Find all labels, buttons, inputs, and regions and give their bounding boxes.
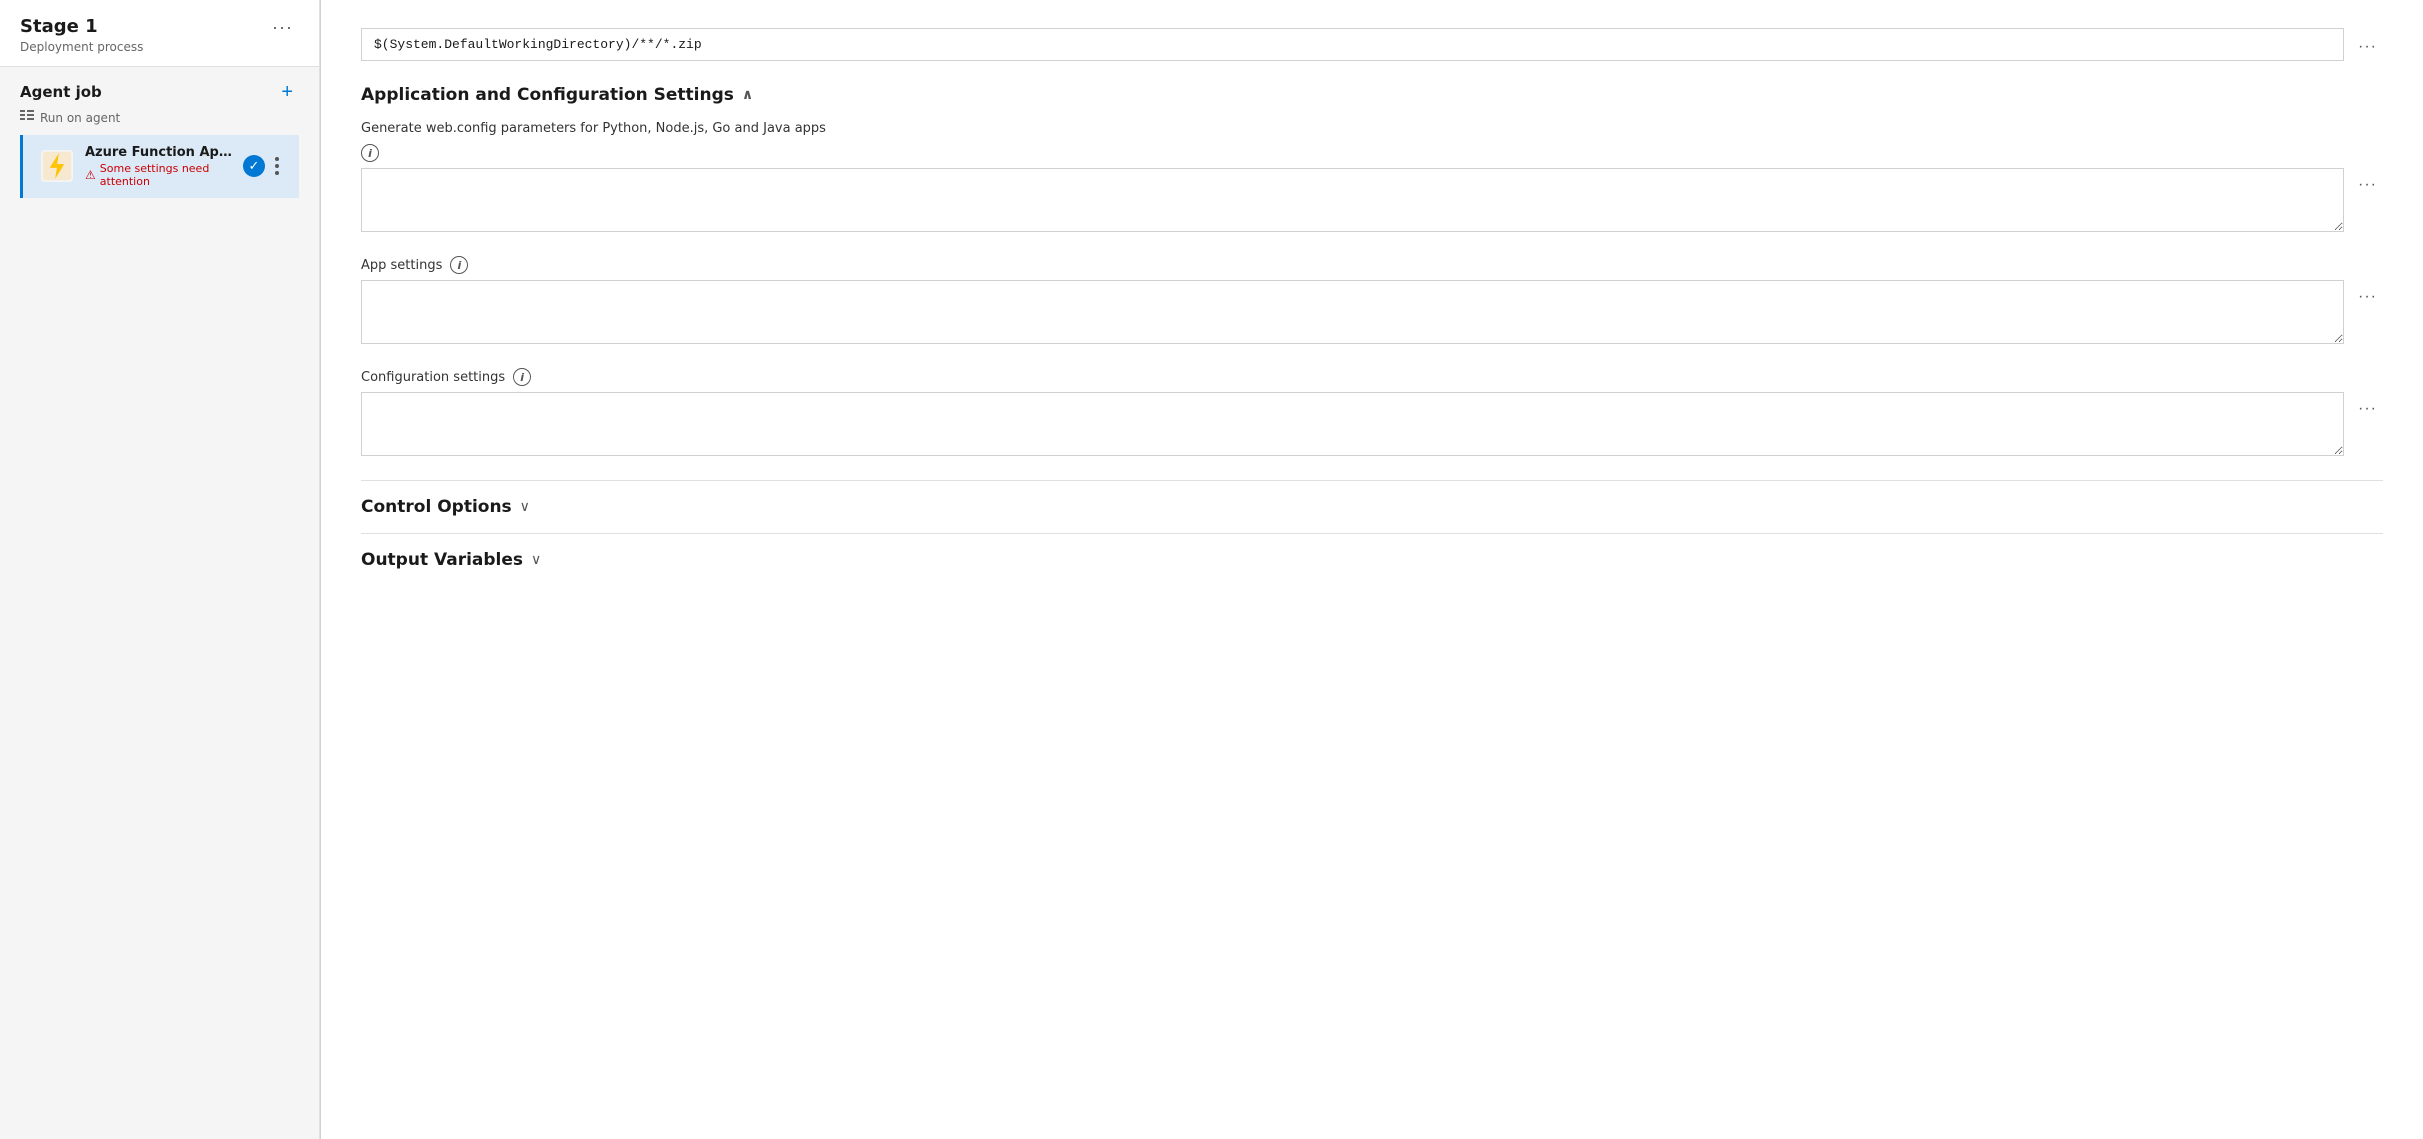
web-config-textarea-row: ···: [361, 168, 2383, 232]
app-settings-field-group: App settings i ···: [361, 256, 2383, 344]
agent-job-header: Agent job +: [20, 79, 299, 106]
config-settings-label: Configuration settings i: [361, 368, 2383, 386]
right-panel: ··· Application and Configuration Settin…: [321, 0, 2423, 1139]
web-config-info-row: i: [361, 144, 2383, 162]
web-config-more-button[interactable]: ···: [2352, 172, 2383, 198]
stage-header: Stage 1 Deployment process ···: [0, 0, 319, 67]
web-config-textarea[interactable]: [361, 168, 2344, 232]
output-variables-title: Output Variables: [361, 550, 523, 570]
task-warning: ⚠ Some settings need attention: [85, 162, 233, 188]
config-settings-field-group: Configuration settings i ···: [361, 368, 2383, 456]
left-panel: Stage 1 Deployment process ··· Agent job…: [0, 0, 320, 1139]
web-config-field-group: Generate web.config parameters for Pytho…: [361, 121, 2383, 232]
config-settings-textarea-row: ···: [361, 392, 2383, 456]
web-config-description: Generate web.config parameters for Pytho…: [361, 121, 2383, 136]
app-settings-label: App settings i: [361, 256, 2383, 274]
app-config-section-header: Application and Configuration Settings ∧: [361, 85, 2383, 105]
app-config-title-text: Application and Configuration Settings: [361, 85, 734, 105]
control-options-header[interactable]: Control Options ∨: [361, 497, 2383, 517]
task-more-button[interactable]: [271, 155, 283, 177]
app-settings-more-button[interactable]: ···: [2352, 284, 2383, 310]
path-more-button[interactable]: ···: [2352, 34, 2383, 60]
config-settings-info-icon: i: [513, 368, 531, 386]
web-config-description-text: Generate web.config parameters for Pytho…: [361, 121, 826, 136]
agent-job-section: Agent job + Run on agent: [0, 67, 319, 210]
task-item-azure-function-deploy[interactable]: Azure Function App Deploy: ⚠ Some settin…: [20, 135, 299, 198]
stage-subtitle: Deployment process: [20, 40, 143, 54]
path-input[interactable]: [361, 28, 2344, 61]
warning-circle-icon: ⚠: [85, 168, 96, 182]
web-config-info-icon: i: [361, 144, 379, 162]
stage-title: Stage 1: [20, 16, 143, 38]
agent-job-grid-icon: [20, 110, 34, 127]
add-task-button[interactable]: +: [275, 79, 299, 106]
task-check-icon: ✓: [243, 155, 265, 177]
config-settings-label-text: Configuration settings: [361, 370, 505, 385]
app-settings-textarea[interactable]: [361, 280, 2344, 344]
control-options-chevron-icon: ∨: [520, 499, 530, 515]
stage-more-button[interactable]: ···: [266, 16, 299, 38]
path-input-row: ···: [361, 20, 2383, 61]
config-settings-textarea[interactable]: [361, 392, 2344, 456]
agent-job-title: Agent job: [20, 83, 102, 101]
app-config-chevron-icon[interactable]: ∧: [742, 87, 753, 103]
app-config-section-title: Application and Configuration Settings ∧: [361, 85, 753, 105]
app-settings-textarea-row: ···: [361, 280, 2383, 344]
task-name: Azure Function App Deploy:: [85, 145, 233, 160]
app-settings-label-text: App settings: [361, 258, 442, 273]
app-settings-info-icon: i: [450, 256, 468, 274]
azure-function-icon: [39, 148, 75, 184]
output-variables-chevron-icon: ∨: [531, 552, 541, 568]
agent-job-subtitle: Run on agent: [20, 110, 299, 127]
output-variables-header[interactable]: Output Variables ∨: [361, 550, 2383, 570]
task-warning-text: Some settings need attention: [100, 162, 233, 188]
agent-job-run-label: Run on agent: [40, 111, 120, 125]
task-actions: ✓: [243, 155, 283, 177]
right-content: ··· Application and Configuration Settin…: [321, 0, 2423, 618]
control-options-title: Control Options: [361, 497, 512, 517]
task-info: Azure Function App Deploy: ⚠ Some settin…: [85, 145, 233, 188]
output-variables-section: Output Variables ∨: [361, 533, 2383, 570]
config-settings-more-button[interactable]: ···: [2352, 396, 2383, 422]
control-options-section: Control Options ∨: [361, 480, 2383, 517]
stage-info: Stage 1 Deployment process: [20, 16, 143, 54]
